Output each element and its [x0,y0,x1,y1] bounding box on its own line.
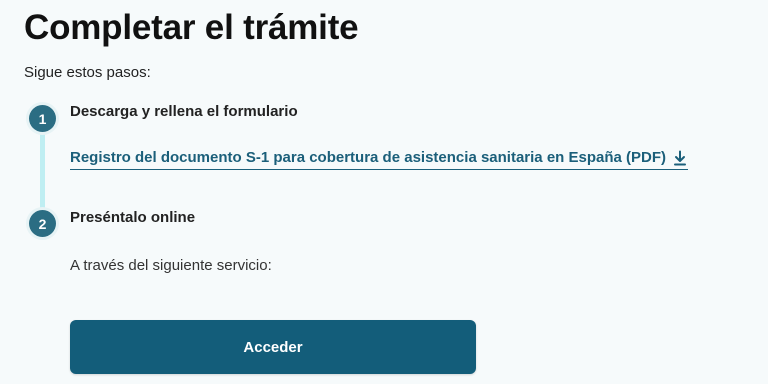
download-form-link-label: Registro del documento S-1 para cobertur… [70,149,667,166]
download-form-link[interactable]: Registro del documento S-1 para cobertur… [70,148,689,170]
step-2-title: Preséntalo online [70,209,196,226]
step-2-description: A través del siguiente servicio: [70,257,272,274]
timeline-connector [40,130,45,210]
step-2-badge: 2 [29,210,56,237]
page-title: Completar el trámite [24,8,359,47]
access-button[interactable]: Acceder [70,320,476,374]
step-1-badge: 1 [29,105,56,132]
download-icon [674,150,687,166]
step-1-title: Descarga y rellena el formulario [70,103,298,120]
intro-text: Sigue estos pasos: [24,64,151,81]
